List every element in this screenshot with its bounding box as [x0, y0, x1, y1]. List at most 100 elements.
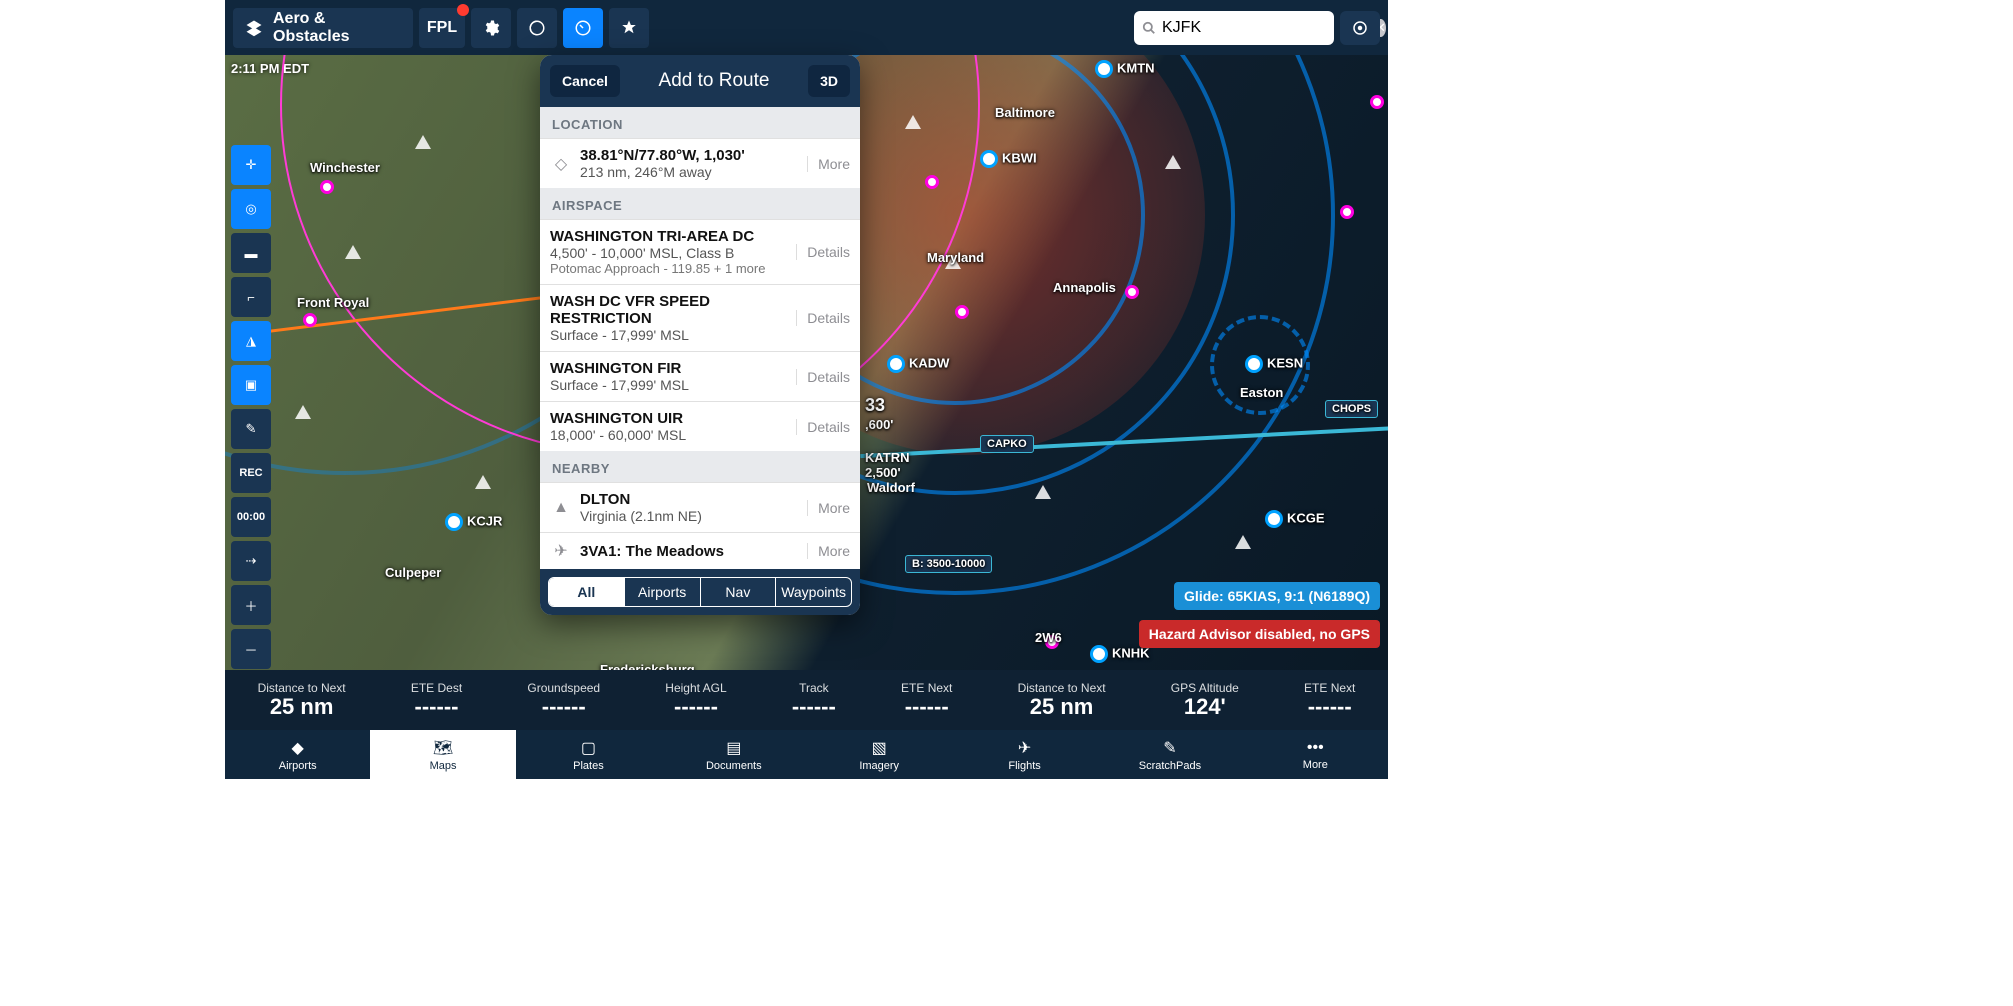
- minus-icon: －: [244, 640, 257, 659]
- tab-airports[interactable]: ◆Airports: [225, 730, 370, 779]
- profile-tool[interactable]: ⌐: [231, 277, 271, 317]
- tab-maps[interactable]: 🗺Maps: [370, 730, 515, 779]
- center-tool[interactable]: ✛: [231, 145, 271, 185]
- fpl-button[interactable]: FPL: [419, 8, 465, 48]
- details-button[interactable]: Details: [796, 244, 850, 260]
- more-button[interactable]: More: [807, 500, 850, 516]
- city-label: Baltimore: [995, 105, 1055, 120]
- filter-airports[interactable]: Airports: [625, 578, 701, 606]
- pencil-tool[interactable]: ✎: [231, 409, 271, 449]
- location-dist: 213 nm, 246°M away: [580, 164, 799, 180]
- instrument-cell[interactable]: ETE Next------: [1304, 681, 1355, 719]
- airspace-row[interactable]: WASH DC VFR SPEED RESTRICTION Surface - …: [540, 284, 860, 351]
- tab-more[interactable]: •••More: [1243, 730, 1388, 779]
- airspace-alt: 4,500' - 10,000' MSL, Class B: [550, 245, 788, 261]
- tab-flights[interactable]: ✈Flights: [952, 730, 1097, 779]
- search-input[interactable]: [1162, 19, 1369, 37]
- documents-icon: ▤: [726, 738, 741, 758]
- locate-button[interactable]: [1340, 11, 1380, 45]
- triangle-icon: ▲: [550, 499, 572, 517]
- crosshair-icon: [1351, 19, 1369, 37]
- instrument-cell[interactable]: Distance to Next25 nm: [1018, 681, 1106, 719]
- add-to-route-popover: Cancel Add to Route 3D LOCATION ◇ 38.81°…: [540, 55, 860, 615]
- layers-button[interactable]: Aero & Obstacles: [233, 8, 413, 48]
- pencil-icon: ✎: [246, 421, 257, 437]
- favorite-button[interactable]: [609, 8, 649, 48]
- details-button[interactable]: Details: [796, 419, 850, 435]
- app-frame: Aero & Obstacles FPL ✕ 2:11 PM EDT: [225, 0, 1388, 779]
- nearby-row[interactable]: ✈ 3VA1: The Meadows More: [540, 532, 860, 569]
- obstacle-icon: [1035, 485, 1051, 499]
- nearby-name: DLTON: [580, 491, 799, 508]
- terrain-tool[interactable]: ◮: [231, 321, 271, 361]
- waypoint-icon: ◇: [550, 154, 572, 174]
- gauge-icon: [574, 19, 592, 37]
- shield-tool[interactable]: ▣: [231, 365, 271, 405]
- obstacle-icon: [905, 115, 921, 129]
- more-button[interactable]: More: [807, 543, 850, 559]
- map-tool-rail: ✛ ◎ ▬ ⌐ ◮ ▣ ✎ REC 00:00 ⇢ ＋ －: [231, 145, 271, 669]
- filter-nav[interactable]: Nav: [701, 578, 777, 606]
- airspace-alt: Surface - 17,999' MSL: [550, 377, 788, 393]
- instrument-cell[interactable]: Distance to Next25 nm: [258, 681, 346, 719]
- instrument-cell[interactable]: Height AGL------: [665, 681, 726, 719]
- airspace-row[interactable]: WASHINGTON UIR 18,000' - 60,000' MSL Det…: [540, 401, 860, 451]
- layers-label: Aero & Obstacles: [273, 10, 401, 46]
- nearby-row[interactable]: ▲ DLTON Virginia (2.1nm NE) More: [540, 482, 860, 532]
- navaid-icon: [1370, 95, 1384, 109]
- instrument-cell[interactable]: Track------: [792, 681, 836, 719]
- rings-tool[interactable]: ◎: [231, 189, 271, 229]
- gauge-button[interactable]: [563, 8, 603, 48]
- zoom-in-button[interactable]: ＋: [231, 585, 271, 625]
- record-timer: 00:00: [231, 497, 271, 537]
- instrument-cell[interactable]: ETE Next------: [901, 681, 952, 719]
- airport-label: KMTN: [1095, 60, 1155, 78]
- settings-button[interactable]: [471, 8, 511, 48]
- details-button[interactable]: Details: [796, 310, 850, 326]
- brightness-button[interactable]: [517, 8, 557, 48]
- tab-imagery[interactable]: ▧Imagery: [807, 730, 952, 779]
- tab-scratchpads[interactable]: ✎ScratchPads: [1097, 730, 1242, 779]
- more-icon: •••: [1307, 739, 1324, 757]
- cancel-button[interactable]: Cancel: [550, 65, 620, 97]
- navaid-icon: [303, 313, 317, 327]
- waypoint-label: CHOPS: [1325, 400, 1378, 418]
- popover-filter-tabs: All Airports Nav Waypoints: [540, 569, 860, 615]
- airspace-freq: Potomac Approach - 119.85 + 1 more: [550, 261, 788, 276]
- airport-icon: ✈: [550, 541, 572, 561]
- glide-pill[interactable]: Glide: 65KIAS, 9:1 (N6189Q): [1174, 582, 1380, 610]
- star-icon: [620, 19, 638, 37]
- instrument-cell[interactable]: Groundspeed------: [527, 681, 600, 719]
- city-label: Fredericksburg: [600, 662, 695, 670]
- tab-plates[interactable]: ▢Plates: [516, 730, 661, 779]
- fpl-label: FPL: [427, 19, 457, 37]
- details-button[interactable]: Details: [796, 369, 850, 385]
- airspace-row[interactable]: WASHINGTON TRI-AREA DC 4,500' - 10,000' …: [540, 219, 860, 284]
- city-label: Maryland: [927, 250, 984, 265]
- route-tool[interactable]: ⇢: [231, 541, 271, 581]
- route-icon: ⇢: [246, 553, 257, 569]
- instrument-cell[interactable]: ETE Dest------: [411, 681, 462, 719]
- gear-icon: [482, 19, 500, 37]
- filter-all[interactable]: All: [549, 578, 625, 606]
- search-box[interactable]: ✕: [1134, 11, 1334, 45]
- airspace-row[interactable]: WASHINGTON FIR Surface - 17,999' MSL Det…: [540, 351, 860, 401]
- three-d-button[interactable]: 3D: [808, 65, 850, 97]
- navaid-icon: [320, 180, 334, 194]
- city-label: Front Royal: [297, 295, 369, 310]
- tab-documents[interactable]: ▤Documents: [661, 730, 806, 779]
- imagery-icon: ▧: [872, 738, 887, 758]
- waypoint-label: CAPKO: [980, 435, 1034, 453]
- ruler-tool[interactable]: ▬: [231, 233, 271, 273]
- filter-waypoints[interactable]: Waypoints: [776, 578, 851, 606]
- more-button[interactable]: More: [807, 156, 850, 172]
- shield-icon: ▣: [245, 377, 257, 393]
- obstacle-icon: [475, 475, 491, 489]
- instrument-cell[interactable]: GPS Altitude124': [1171, 681, 1239, 719]
- obstacle-icon: [1235, 535, 1251, 549]
- location-row[interactable]: ◇ 38.81°N/77.80°W, 1,030' 213 nm, 246°M …: [540, 138, 860, 188]
- navaid-icon: [1125, 285, 1139, 299]
- zoom-out-button[interactable]: －: [231, 629, 271, 669]
- record-button[interactable]: REC: [231, 453, 271, 493]
- waypoint-label: KATRN: [865, 450, 910, 465]
